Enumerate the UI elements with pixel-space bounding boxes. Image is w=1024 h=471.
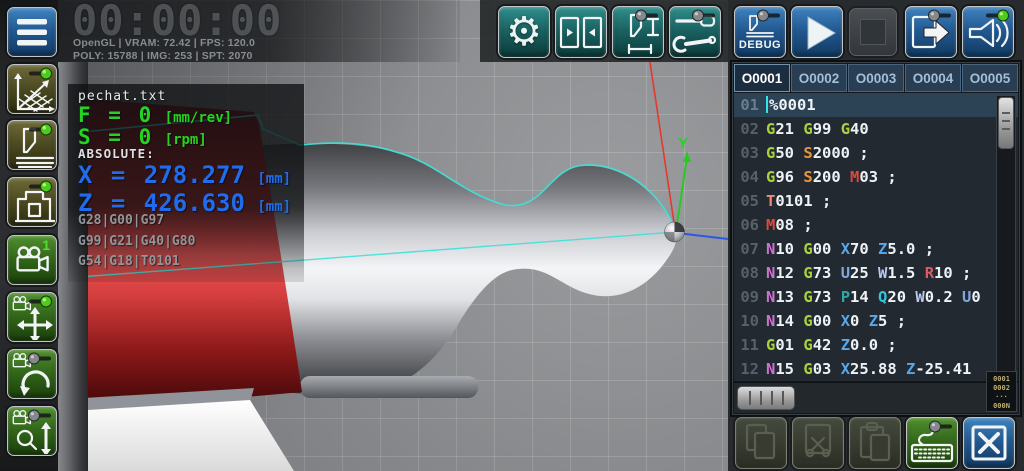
copy-button[interactable] [735,417,787,469]
y-axis-arrowhead [683,151,691,162]
camera-rotate-button[interactable] [7,349,57,399]
toggle-on-lever [27,295,53,308]
toggle-on-lever [27,123,53,136]
carriage-white-block [86,400,294,471]
doors-icon [556,7,606,57]
code-line-06[interactable]: 06M08 ; [734,213,1018,237]
stop-button[interactable] [849,8,897,56]
tab-O0002[interactable]: O0002 [791,64,847,92]
single-block-button[interactable] [905,6,957,58]
cut-scissors-icon [793,418,843,468]
tab-O0003[interactable]: O0003 [848,64,904,92]
tab-O0001[interactable]: O0001 [734,64,790,92]
toggle-off-lever [27,409,53,422]
code-line-02[interactable]: 02G21 G99 G40 [734,117,1018,141]
toggle-on-lever [27,180,53,193]
code-line-11[interactable]: 11G01 G42 Z0.0 ; [734,333,1018,357]
toggle-grid-axes-button[interactable] [7,64,57,114]
copy-icon [736,418,786,468]
play-button[interactable] [791,6,843,58]
debug-button-label: DEBUG [739,39,781,51]
play-icon [792,7,842,57]
code-line-04[interactable]: 04G96 S200 M03 ; [734,165,1018,189]
code-line-05[interactable]: 05T0101 ; [734,189,1018,213]
y-axis-line [676,157,687,231]
close-editor-button[interactable] [963,417,1015,469]
toggle-tool-display-button[interactable] [7,120,57,170]
modal-group-line2: G99|G21|G40|G80 [78,234,195,249]
code-line-10[interactable]: 10N14 G00 X0 Z5 ; [734,309,1018,333]
code-line-09[interactable]: 09N13 G73 P14 Q20 W0.2 U0 [734,285,1018,309]
z-axis-line [677,233,728,239]
cut-button[interactable] [792,417,844,469]
tools-setup-button[interactable] [669,6,721,58]
close-icon [964,418,1014,468]
tab-O0004[interactable]: O0004 [905,64,961,92]
gear-icon: ⚙ [506,9,542,55]
modal-group-line1: G28|G00|G97 [78,213,164,228]
modal-group-line3: G54|G18|T0101 [78,254,180,269]
camera-number-badge: 1 [42,237,50,253]
tool-measure-button[interactable] [612,6,664,58]
chuck-doors-button[interactable] [555,6,607,58]
code-line-07[interactable]: 07N10 G00 X70 Z5.0 ; [734,237,1018,261]
program-page-indicator: 00010002···000N [986,371,1017,412]
x-axis-readout: X = 278.277 [mm] [78,161,291,189]
tab-O0005[interactable]: O0005 [962,64,1018,92]
editor-vertical-scrollbar[interactable] [996,95,1016,378]
gcode-listing: 01%000102G21 G99 G4003G50 S2000 ;04G96 S… [734,93,1018,381]
tool-tip-dark-quadrant [675,222,685,232]
virtual-keyboard-button[interactable] [906,417,958,469]
settings-button[interactable]: ⚙ [498,6,550,58]
workpiece [252,144,677,394]
toggle-off-lever [691,9,717,22]
toggle-off-lever [928,420,954,433]
cnc-simulator-app: Y 00:00:00 OpenGL | VRAM: 72.42 | FPS: 1… [0,0,1024,471]
toggle-off-lever [27,352,53,365]
program-file-name: pechat.txt [78,89,166,104]
debug-mode-button[interactable]: DEBUG [734,6,786,58]
stop-icon [860,19,886,45]
timer-panel: 00:00:00 OpenGL | VRAM: 72.42 | FPS: 120… [58,0,460,62]
editor-bottom-bar [734,382,1018,413]
code-line-01[interactable]: 01%0001 [734,93,1018,117]
program-tab-bar: O0001O0002O0003O0004O0005 [734,64,1018,92]
toggle-on-lever [984,9,1010,22]
toggle-off-lever [927,9,953,22]
way-cover-cylinder [300,376,478,398]
render-stats-line1: OpenGL | VRAM: 72.42 | FPS: 120.0 [73,37,255,50]
code-line-12[interactable]: 12N15 G03 X25.88 Z-25.41 [734,357,1018,381]
code-line-08[interactable]: 08N12 G73 U25 W1.5 R10 ; [734,261,1018,285]
vertical-scroll-thumb[interactable] [998,97,1014,149]
camera-pan-button[interactable] [7,292,57,342]
render-stats-line2: POLY: 15788 | IMG: 253 | SPT: 2070 [73,50,255,63]
toggle-on-lever [27,67,53,80]
gcode-editor-panel: O0001O0002O0003O0004O0005 01%000102G21 G… [732,62,1020,415]
paste-clipboard-icon [850,418,900,468]
camera-zoom-button[interactable] [7,406,57,456]
dro-readout-panel: pechat.txt F = 0 [mm/rev] S = 0 [rpm] AB… [68,84,304,282]
toggle-off-lever [634,9,660,22]
main-menu-button[interactable] [7,7,57,57]
toggle-machine-housing-button[interactable] [7,177,57,227]
sound-toggle-button[interactable] [962,6,1014,58]
feed-readout: F = 0 [mm/rev] [78,103,232,127]
editor-horizontal-scrollbar[interactable] [737,386,795,410]
paste-button[interactable] [849,417,901,469]
coordinate-mode-label: ABSOLUTE: [78,146,155,161]
y-axis-label: Y [678,135,688,152]
toggle-off-lever [756,9,782,22]
code-line-03[interactable]: 03G50 S2000 ; [734,141,1018,165]
camera-view-1-button[interactable]: 1 [7,235,57,285]
hamburger-icon [9,9,55,55]
